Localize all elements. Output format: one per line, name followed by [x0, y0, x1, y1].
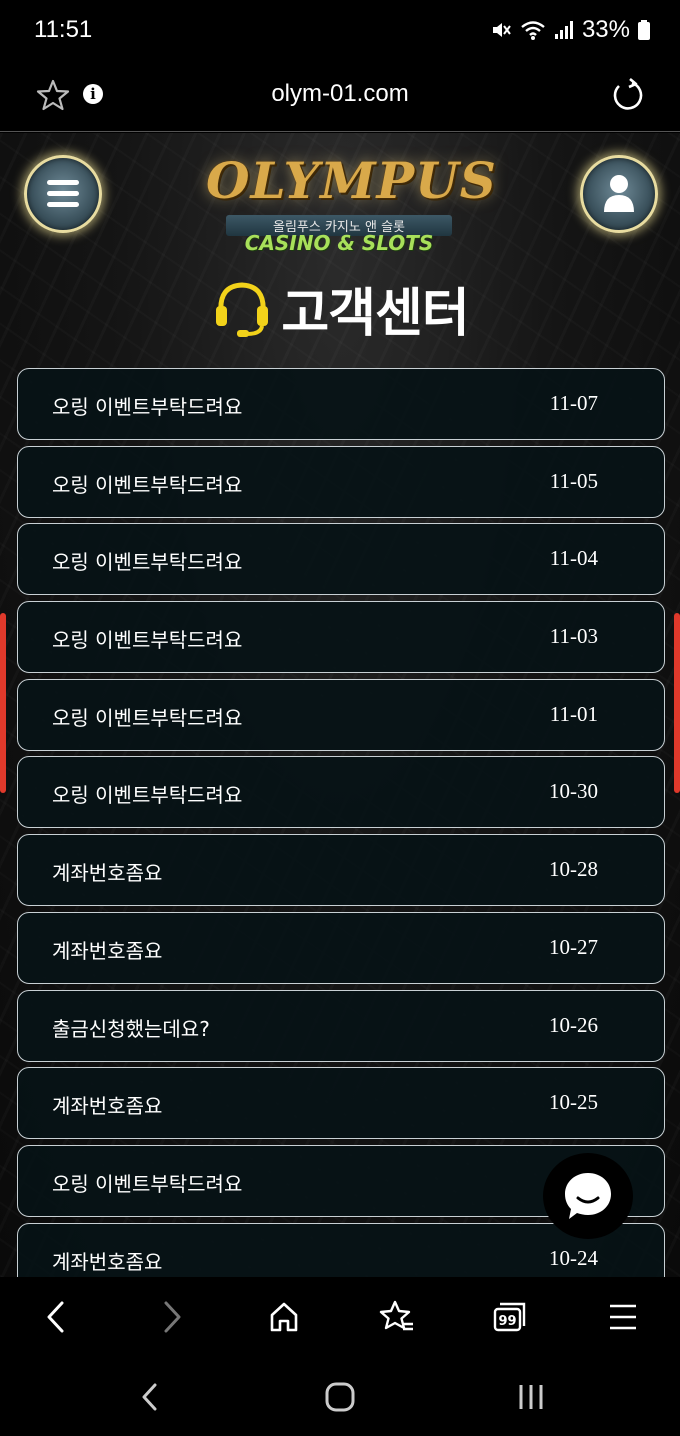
status-bar: 11:51 33%	[0, 0, 680, 62]
forward-button[interactable]	[152, 1297, 192, 1337]
home-button[interactable]	[264, 1297, 304, 1337]
tabs-icon: 99	[493, 1302, 526, 1332]
post-date: 11-01	[549, 701, 598, 726]
post-title: 계좌번호좀요	[52, 938, 163, 963]
post-title: 계좌번호좀요	[52, 861, 163, 886]
post-date: 10-24	[549, 1245, 598, 1270]
scroll-indicator-left	[0, 613, 6, 793]
system-nav-bar	[0, 1359, 680, 1436]
post-date: 11-03	[549, 624, 598, 649]
page-heading: 고객센터	[0, 273, 680, 344]
reload-icon[interactable]	[610, 78, 644, 112]
chat-button[interactable]	[543, 1153, 633, 1239]
list-item[interactable]: 오링 이벤트부탁드려요 11-01	[17, 678, 665, 751]
browser-menu-button[interactable]	[603, 1297, 643, 1337]
chevron-right-icon	[164, 1301, 181, 1333]
post-title: 오링 이벤트부탁드려요	[52, 395, 243, 419]
headset-icon	[216, 282, 269, 337]
user-button[interactable]	[580, 155, 658, 233]
system-home-button[interactable]	[320, 1377, 360, 1417]
bookmarks-star-icon	[379, 1300, 413, 1331]
url-bar[interactable]: i olym-01.com	[0, 62, 680, 132]
chevron-left-icon	[47, 1301, 64, 1333]
post-list: 오링 이벤트부탁드려요 11-07 오링 이벤트부탁드려요 11-05 오링 이벤트…	[17, 368, 665, 1277]
list-item[interactable]: 오링 이벤트부탁드려요 11-03	[17, 601, 665, 674]
system-home-icon	[325, 1382, 355, 1412]
system-back-icon	[142, 1383, 157, 1411]
tabs-count: 99	[498, 1314, 516, 1329]
battery-percent: 33%	[581, 16, 630, 43]
browser-toolbar: 99	[0, 1277, 680, 1359]
url-text[interactable]: olym-01.com	[0, 80, 680, 108]
list-item[interactable]: 계좌번호좀요 10-25	[17, 1067, 665, 1140]
user-icon	[604, 175, 634, 212]
menu-lines-icon	[610, 1304, 636, 1330]
post-date: 11-05	[549, 468, 598, 493]
signal-icon	[554, 21, 573, 39]
logo-tagline: CASINO & SLOTS	[244, 231, 434, 255]
bookmarks-button[interactable]	[377, 1297, 417, 1337]
post-title: 출금신청했는데요?	[52, 1016, 210, 1041]
chat-bubble-icon	[565, 1173, 611, 1219]
list-item[interactable]: 계좌번호좀요 10-27	[17, 911, 665, 984]
post-title: 오링 이벤트부탁드려요	[52, 783, 243, 808]
post-title: 오링 이벤트부탁드려요	[52, 550, 243, 575]
system-recents-button[interactable]	[511, 1377, 551, 1417]
status-time: 11:51	[34, 16, 93, 43]
scroll-indicator-right[interactable]	[674, 613, 680, 793]
battery-icon	[638, 20, 650, 40]
site-logo[interactable]: OLYMPUS 올림푸스 카지노 앤 슬롯 CASINO & SLOTS	[206, 145, 497, 255]
list-item[interactable]: 계좌번호좀요 10-28	[17, 834, 665, 907]
hamburger-icon	[47, 180, 79, 213]
post-title: 오링 이벤트부탁드려요	[52, 628, 243, 653]
post-date: 10-25	[549, 1090, 598, 1115]
mute-icon	[492, 23, 511, 37]
post-title: 계좌번호좀요	[52, 1249, 163, 1274]
home-icon	[270, 1302, 298, 1332]
post-date: 10-27	[549, 934, 598, 959]
post-date: 10-28	[549, 857, 598, 882]
status-icons: 33%	[490, 16, 650, 44]
list-item[interactable]: 출금신청했는데요? 10-26	[17, 989, 665, 1062]
post-title: 계좌번호좀요	[52, 1094, 163, 1119]
wifi-icon	[521, 21, 545, 40]
post-date: 11-07	[549, 391, 598, 415]
post-title: 오링 이벤트부탁드려요	[52, 472, 243, 497]
system-recents-icon	[519, 1385, 543, 1409]
logo-title: OLYMPUS	[206, 151, 497, 210]
menu-button[interactable]	[24, 155, 102, 233]
tabs-button[interactable]: 99	[490, 1297, 530, 1337]
list-item[interactable]: 오링 이벤트부탁드려요 11-07	[17, 368, 665, 440]
back-button[interactable]	[36, 1297, 76, 1337]
post-date: 10-26	[549, 1012, 598, 1037]
page-title: 고객센터	[281, 283, 469, 344]
list-item[interactable]: 오링 이벤트부탁드려요 11-04	[17, 523, 665, 596]
post-date: 10-30	[549, 779, 598, 804]
web-content: OLYMPUS 올림푸스 카지노 앤 슬롯 CASINO & SLOTS 고객센…	[0, 133, 680, 1277]
list-item[interactable]: 오링 이벤트부탁드려요 10-30	[17, 756, 665, 829]
system-back-button[interactable]	[130, 1377, 170, 1417]
list-item[interactable]: 오링 이벤트부탁드려요 11-05	[17, 445, 665, 518]
post-title: 오링 이벤트부탁드려요	[52, 705, 243, 730]
post-title: 오링 이벤트부탁드려요	[52, 1171, 243, 1196]
post-date: 11-04	[549, 546, 598, 571]
